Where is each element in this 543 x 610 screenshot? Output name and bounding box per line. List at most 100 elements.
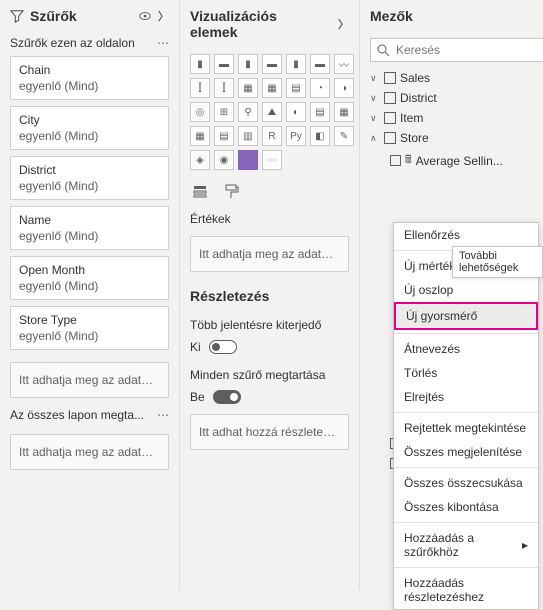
viz-type[interactable]: 〰 <box>334 54 354 74</box>
viz-type[interactable]: ⚲ <box>238 102 258 122</box>
menu-separator <box>394 567 538 568</box>
viz-type[interactable]: ▦ <box>262 78 282 98</box>
more-icon[interactable]: ⋯ <box>157 36 169 50</box>
visualizations-pane: Vizualizációs elemek 〉 ▮▬▮▬▮▬〰 ⫿⫿▦▦▤◔◑ ◎… <box>180 0 360 590</box>
viz-type[interactable]: ⫿ <box>190 78 210 98</box>
collapse-icon[interactable]: 〉 <box>158 8 169 24</box>
values-drop-zone[interactable]: Itt adhatja meg az adatmez... <box>190 236 349 272</box>
menu-delete[interactable]: Törlés <box>394 361 538 385</box>
measure-icon: 🖩 <box>405 151 412 170</box>
table-row-store[interactable]: ∧Store <box>366 128 543 148</box>
viz-type[interactable]: ◐ <box>286 102 306 122</box>
fields-title: Mezők <box>370 8 413 24</box>
viz-type[interactable]: ▦ <box>238 78 258 98</box>
menu-show-all[interactable]: Összes megjelenítése <box>394 440 538 464</box>
menu-add-filters[interactable]: Hozzáadás a szűrőkhöz▸ <box>394 526 538 564</box>
checkbox[interactable] <box>390 155 401 166</box>
viz-type[interactable]: ◈ <box>190 150 210 170</box>
drill-drop-zone[interactable]: Itt adhat hozzá részletezési... <box>190 414 349 450</box>
menu-add-drill[interactable]: Hozzáadás részletezéshez <box>394 571 538 609</box>
table-row-item[interactable]: ∨Item <box>366 108 543 128</box>
chevron-up-icon: ∧ <box>370 133 380 144</box>
viz-type[interactable]: ▥ <box>238 126 258 146</box>
fields-header: Mezők 〉 <box>360 0 543 32</box>
menu-expand-all[interactable]: Összes kibontása <box>394 495 538 519</box>
viz-type[interactable]: ▬ <box>214 54 234 74</box>
viz-type[interactable]: ▦ <box>190 126 210 146</box>
menu-separator <box>394 333 538 334</box>
eye-icon[interactable] <box>138 9 152 23</box>
paint-roller-icon <box>224 184 240 200</box>
fields-tab-button[interactable] <box>190 182 210 202</box>
menu-check[interactable]: Ellenőrzés <box>394 223 538 247</box>
filter-card[interactable]: Nameegyenlő (Mind) <box>10 206 169 250</box>
table-row-district[interactable]: ∨District <box>366 88 543 108</box>
search-input[interactable] <box>396 43 543 57</box>
format-tab-button[interactable] <box>222 182 242 202</box>
viz-type[interactable]: R <box>262 126 282 146</box>
viz-type[interactable]: ▬ <box>262 54 282 74</box>
viz-type[interactable]: ▮ <box>190 54 210 74</box>
viz-type[interactable]: ⋯ <box>262 150 282 170</box>
viz-type[interactable] <box>238 150 258 170</box>
viz-type[interactable]: ⛰ <box>262 102 282 122</box>
field-row-average-selling[interactable]: 🖩 Average Sellin... ⋯ <box>366 148 543 173</box>
chevron-down-icon: ∨ <box>370 73 380 84</box>
viz-title: Vizualizációs elemek <box>190 8 326 40</box>
chevron-right-icon: ▸ <box>522 538 528 552</box>
viz-type[interactable]: ▮ <box>286 54 306 74</box>
table-row-sales[interactable]: ∨Sales <box>366 68 543 88</box>
menu-collapse-all[interactable]: Összes összecsukása <box>394 471 538 495</box>
viz-type[interactable]: ▤ <box>286 78 306 98</box>
menu-quick-measure[interactable]: Új gyorsmérő <box>394 302 538 330</box>
table-icon <box>384 112 396 124</box>
filter-card[interactable]: Store Typeegyenlő (Mind) <box>10 306 169 350</box>
viz-type[interactable]: ⫿ <box>214 78 234 98</box>
filters-header: Szűrők 〉 <box>0 0 179 32</box>
filter-card[interactable]: Districtegyenlő (Mind) <box>10 156 169 200</box>
viz-type-grid: ▮▬▮▬▮▬〰 ⫿⫿▦▦▤◔◑ ◎⊞⚲⛰◐▤▦ ▦▤▥RPy◧✎ ◈◉⋯ <box>180 48 359 176</box>
viz-header: Vizualizációs elemek 〉 <box>180 0 359 48</box>
keep-filters-label: Minden szűrő megtartása <box>180 358 359 386</box>
filter-card[interactable]: Cityegyenlő (Mind) <box>10 106 169 150</box>
viz-type[interactable]: ◧ <box>310 126 330 146</box>
filters-all-pages-label: Az összes lapon megta... ⋯ <box>0 404 179 428</box>
menu-view-hidden[interactable]: Rejtettek megtekintése <box>394 416 538 440</box>
keep-filters-toggle[interactable] <box>213 390 241 404</box>
viz-type[interactable]: ◎ <box>190 102 210 122</box>
viz-type[interactable]: ▤ <box>214 126 234 146</box>
table-icon <box>384 132 396 144</box>
menu-hide[interactable]: Elrejtés <box>394 385 538 409</box>
menu-new-column[interactable]: Új oszlop <box>394 278 538 302</box>
keep-filters-toggle-row: Be <box>180 386 359 408</box>
tooltip-more-options: További lehetőségek <box>452 246 543 278</box>
fields-search[interactable] <box>370 38 543 62</box>
menu-rename[interactable]: Átnevezés <box>394 337 538 361</box>
cross-report-label: Több jelentésre kiterjedő <box>180 308 359 336</box>
filter-drop-zone-all[interactable]: Itt adhatja meg az adatmez... <box>10 434 169 470</box>
filters-section-label: Szűrők ezen az oldalon ⋯ <box>0 32 179 56</box>
collapse-icon[interactable]: 〉 <box>338 16 349 32</box>
viz-type[interactable]: ◔ <box>310 78 330 98</box>
menu-separator <box>394 522 538 523</box>
filter-drop-zone[interactable]: Itt adhatja meg az adatmez... <box>10 362 169 398</box>
viz-type[interactable]: ◑ <box>334 78 354 98</box>
viz-type[interactable]: ▬ <box>310 54 330 74</box>
drill-title: Részletezés <box>180 278 359 308</box>
viz-type[interactable]: ◉ <box>214 150 234 170</box>
viz-type[interactable]: Py <box>286 126 306 146</box>
fields-icon <box>192 184 208 200</box>
viz-type[interactable]: ✎ <box>334 126 354 146</box>
search-icon <box>377 44 390 57</box>
viz-type[interactable]: ⊞ <box>214 102 234 122</box>
filter-icon <box>10 9 24 23</box>
filter-card[interactable]: Open Monthegyenlő (Mind) <box>10 256 169 300</box>
viz-type[interactable]: ▦ <box>334 102 354 122</box>
chevron-down-icon: ∨ <box>370 93 380 104</box>
filters-pane: Szűrők 〉 Szűrők ezen az oldalon ⋯ Chaine… <box>0 0 180 590</box>
cross-report-toggle[interactable] <box>209 340 237 354</box>
more-icon[interactable]: ⋯ <box>157 408 169 422</box>
viz-type[interactable]: ▤ <box>310 102 330 122</box>
viz-type[interactable]: ▮ <box>238 54 258 74</box>
filter-card[interactable]: Chainegyenlő (Mind) <box>10 56 169 100</box>
